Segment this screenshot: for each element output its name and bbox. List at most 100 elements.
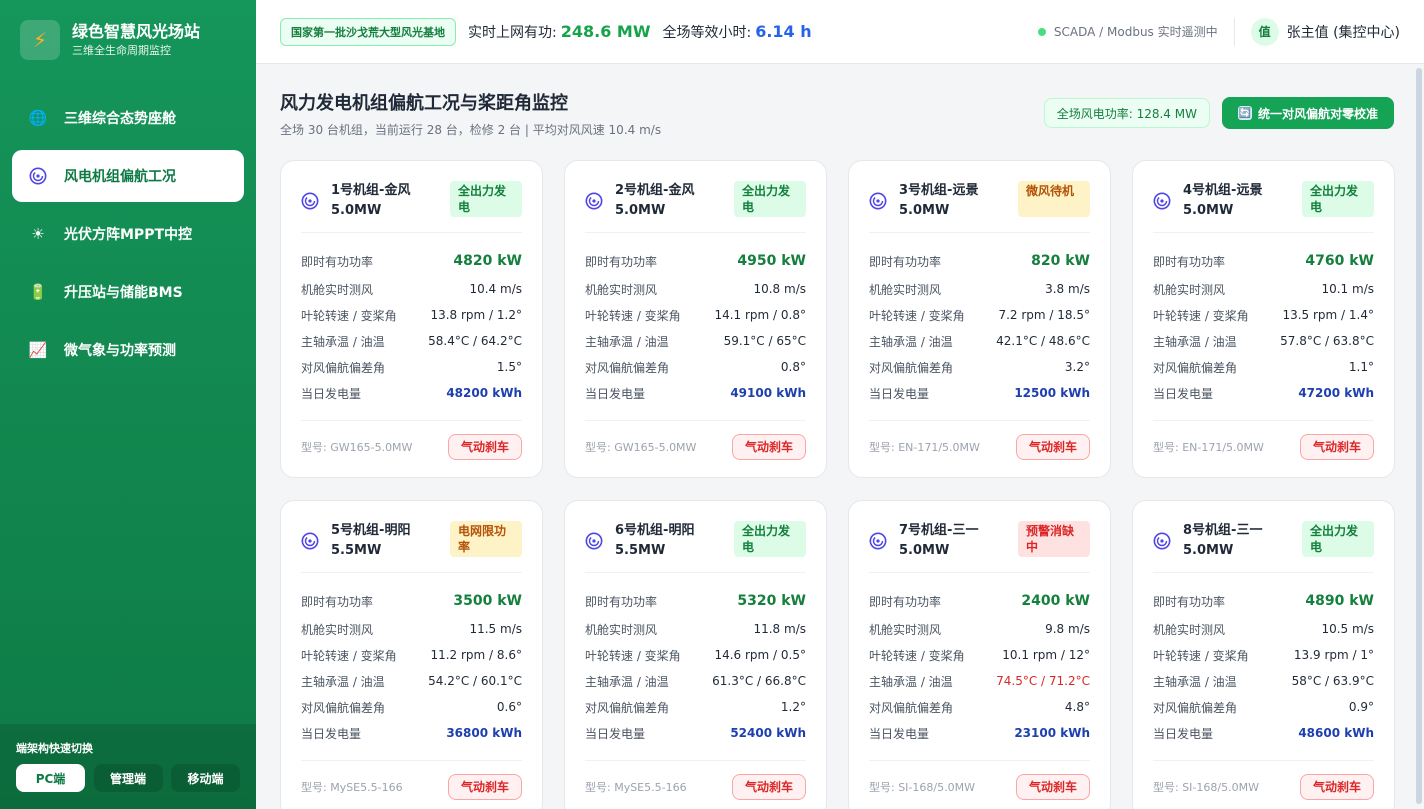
metric-row-energy: 当日发电量 52400 kWh: [585, 720, 806, 746]
metric-label: 对风偏航偏差角: [301, 360, 386, 375]
turbine-card-7[interactable]: 7号机组-三一 5.0MW 预警消缺中 即时有功功率 2400 kW 机舱实时测风…: [848, 500, 1111, 809]
metric-label: 当日发电量: [301, 726, 362, 741]
turbine-card-8[interactable]: 8号机组-三一 5.0MW 全出力发电 即时有功功率 4890 kW 机舱实时测风…: [1132, 500, 1395, 809]
metric-row-temp: 主轴承温 / 油温 57.8°C / 63.8°C: [1153, 328, 1374, 354]
rotor-pitch-value: 7.2 rpm / 18.5°: [998, 308, 1090, 322]
turbine-model: 型号: SI-168/5.0MW: [1153, 780, 1259, 794]
sidebar-item-3[interactable]: 🔋 升压站与储能BMS: [12, 266, 244, 318]
aero-brake-button[interactable]: 气动刹车: [731, 433, 806, 460]
metric-label: 主轴承温 / 油温: [1153, 674, 1237, 689]
bearing-oil-temp-value: 59.1°C / 65°C: [723, 334, 806, 348]
scrollbar[interactable]: [1416, 68, 1422, 804]
metric-label: 即时有功功率: [585, 594, 658, 609]
rotor-pitch-value: 13.5 rpm / 1.4°: [1282, 308, 1374, 322]
turbine-name: 3号机组-远景 5.0MW: [899, 183, 979, 218]
status-badge: 全出力发电: [734, 181, 806, 217]
switch-mobile-button[interactable]: 移动端: [171, 764, 240, 792]
aero-brake-button[interactable]: 气动刹车: [1015, 773, 1090, 800]
sidebar-item-4[interactable]: 📈 微气象与功率预测: [12, 324, 244, 376]
metric-row-wind: 机舱实时测风 3.8 m/s: [869, 276, 1090, 302]
brand: ⚡ 绿色智慧风光场站 三维全生命周期监控: [0, 0, 256, 80]
yaw-deviation-value: 1.2°: [780, 700, 806, 714]
yaw-deviation-value: 0.9°: [1348, 700, 1374, 714]
turbine-model: 型号: GW165-5.0MW: [585, 440, 697, 454]
metric-row-temp: 主轴承温 / 油温 74.5°C / 71.2°C: [869, 668, 1090, 694]
rotor-pitch-value: 14.6 rpm / 0.5°: [714, 648, 806, 662]
metric-row-rotor: 叶轮转速 / 变桨角 13.9 rpm / 1°: [1153, 642, 1374, 668]
yaw-calibrate-button[interactable]: 🔄 统一对风偏航对零校准: [1221, 97, 1394, 129]
bearing-oil-temp-value: 54.2°C / 60.1°C: [428, 674, 522, 688]
fan-icon: [585, 192, 603, 210]
grid-power-value: 248.6 MW: [560, 21, 651, 41]
sidebar-item-label: 三维综合态势座舱: [64, 111, 176, 127]
grid-power-metric: 实时上网有功: 248.6 MW: [468, 22, 650, 42]
active-power-value: 4890 kW: [1305, 593, 1374, 609]
turbine-card-3[interactable]: 3号机组-远景 5.0MW 微风待机 即时有功功率 820 kW 机舱实时测风 3.…: [848, 160, 1111, 478]
metric-label: 机舱实时测风: [1153, 282, 1226, 297]
metric-label: 叶轮转速 / 变桨角: [301, 308, 397, 323]
turbine-model: 型号: SI-168/5.0MW: [869, 780, 975, 794]
bearing-oil-temp-value: 42.1°C / 48.6°C: [996, 334, 1090, 348]
daily-energy-value: 36800 kWh: [446, 726, 522, 740]
yaw-deviation-value: 4.8°: [1064, 700, 1090, 714]
user-name[interactable]: 张主值 (集控中心): [1287, 22, 1400, 42]
metric-label: 叶轮转速 / 变桨角: [585, 648, 681, 663]
metric-label: 对风偏航偏差角: [869, 360, 954, 375]
metric-label: 叶轮转速 / 变桨角: [869, 308, 965, 323]
metric-row-power: 即时有功功率 820 kW: [869, 248, 1090, 274]
turbine-name: 8号机组-三一 5.0MW: [1183, 523, 1263, 558]
fan-icon: [869, 192, 887, 210]
metric-row-yaw: 对风偏航偏差角 1.1°: [1153, 354, 1374, 380]
yaw-deviation-value: 1.5°: [496, 360, 522, 374]
switch-admin-button[interactable]: 管理端: [93, 764, 163, 792]
turbine-name: 6号机组-明阳 5.5MW: [615, 523, 695, 558]
lightning-icon: ⚡: [20, 20, 60, 60]
sidebar-item-2[interactable]: ☀ 光伏方阵MPPT中控: [12, 208, 244, 260]
metric-label: 即时有功功率: [1153, 254, 1226, 269]
metric-row-temp: 主轴承温 / 油温 59.1°C / 65°C: [585, 328, 806, 354]
daily-energy-value: 52400 kWh: [730, 726, 806, 740]
turbine-card-2[interactable]: 2号机组-金风 5.0MW 全出力发电 即时有功功率 4950 kW 机舱实时测风…: [564, 160, 827, 478]
metric-label: 当日发电量: [869, 386, 930, 401]
metric-row-yaw: 对风偏航偏差角 0.6°: [301, 694, 522, 720]
aero-brake-button[interactable]: 气动刹车: [1299, 773, 1374, 800]
metric-label: 机舱实时测风: [585, 622, 658, 637]
metric-row-yaw: 对风偏航偏差角 1.5°: [301, 354, 522, 380]
battery-icon: 🔋: [28, 283, 48, 301]
metric-label: 主轴承温 / 油温: [869, 334, 953, 349]
metric-row-yaw: 对风偏航偏差角 1.2°: [585, 694, 806, 720]
metric-row-temp: 主轴承温 / 油温 61.3°C / 66.8°C: [585, 668, 806, 694]
metric-label: 对风偏航偏差角: [869, 700, 954, 715]
sidebar-item-1[interactable]: 风电机组偏航工况: [12, 150, 244, 202]
metric-row-rotor: 叶轮转速 / 变桨角 10.1 rpm / 12°: [869, 642, 1090, 668]
rotor-pitch-value: 14.1 rpm / 0.8°: [714, 308, 806, 322]
aero-brake-button[interactable]: 气动刹车: [731, 773, 806, 800]
aero-brake-button[interactable]: 气动刹车: [447, 773, 522, 800]
aero-brake-button[interactable]: 气动刹车: [1299, 433, 1374, 460]
metric-row-power: 即时有功功率 4760 kW: [1153, 248, 1374, 274]
aero-brake-button[interactable]: 气动刹车: [447, 433, 522, 460]
sidebar-nav: 🌐 三维综合态势座舱 风电机组偏航工况 ☀ 光伏方阵MPPT中控 🔋 升压站与储…: [0, 92, 256, 376]
metric-label: 对风偏航偏差角: [585, 360, 670, 375]
sidebar-item-0[interactable]: 🌐 三维综合态势座舱: [12, 92, 244, 144]
rotor-pitch-value: 10.1 rpm / 12°: [1002, 648, 1090, 662]
sun-icon: ☀: [31, 225, 45, 243]
turbine-name: 2号机组-金风 5.0MW: [615, 183, 695, 218]
metric-row-wind: 机舱实时测风 9.8 m/s: [869, 616, 1090, 642]
turbine-model: 型号: EN-171/5.0MW: [1153, 440, 1264, 454]
turbine-card-1[interactable]: 1号机组-金风 5.0MW 全出力发电 即时有功功率 4820 kW 机舱实时测风…: [280, 160, 543, 478]
turbine-card-4[interactable]: 4号机组-远景 5.0MW 全出力发电 即时有功功率 4760 kW 机舱实时测风…: [1132, 160, 1395, 478]
avatar[interactable]: 值: [1250, 17, 1279, 46]
wind-speed-value: 10.8 m/s: [753, 282, 806, 296]
status-badge: 电网限功率: [450, 521, 522, 557]
turbine-card-6[interactable]: 6号机组-明阳 5.5MW 全出力发电 即时有功功率 5320 kW 机舱实时测风…: [564, 500, 827, 809]
aero-brake-button[interactable]: 气动刹车: [1015, 433, 1090, 460]
turbine-card-5[interactable]: 5号机组-明阳 5.5MW 电网限功率 即时有功功率 3500 kW 机舱实时测风…: [280, 500, 543, 809]
metric-row-temp: 主轴承温 / 油温 54.2°C / 60.1°C: [301, 668, 522, 694]
metric-row-energy: 当日发电量 12500 kWh: [869, 380, 1090, 406]
client-switch-title: 端架构快速切换: [16, 742, 93, 755]
switch-pc-button[interactable]: PC端: [16, 764, 85, 792]
active-power-value: 3500 kW: [453, 593, 522, 609]
equivalent-hours-metric: 全场等效小时: 6.14 h: [662, 22, 811, 42]
yaw-deviation-value: 3.2°: [1064, 360, 1090, 374]
